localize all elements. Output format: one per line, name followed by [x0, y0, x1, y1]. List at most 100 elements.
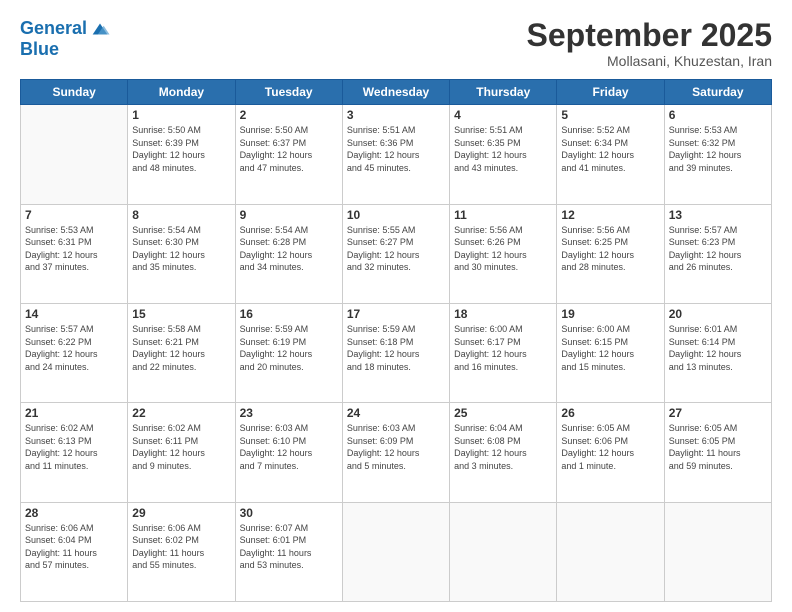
header: General Blue September 2025 Mollasani, K… — [20, 18, 772, 69]
day-number: 4 — [454, 108, 552, 122]
day-number: 20 — [669, 307, 767, 321]
calendar-cell: 8 Sunrise: 5:54 AM Sunset: 6:30 PM Daylig… — [128, 204, 235, 303]
day-number: 19 — [561, 307, 659, 321]
cell-info: Sunrise: 5:56 AM Sunset: 6:26 PM Dayligh… — [454, 224, 552, 274]
day-number: 7 — [25, 208, 123, 222]
cell-info: Sunrise: 5:59 AM Sunset: 6:19 PM Dayligh… — [240, 323, 338, 373]
day-number: 14 — [25, 307, 123, 321]
weekday-friday: Friday — [557, 80, 664, 105]
calendar-cell: 19Sunrise: 6:00 AM Sunset: 6:15 PM Dayli… — [557, 303, 664, 402]
day-number: 2 — [240, 108, 338, 122]
calendar-cell — [664, 502, 771, 601]
cell-info: Sunrise: 5:54 AM Sunset: 6:28 PM Dayligh… — [240, 224, 338, 274]
cell-info: Sunrise: 5:56 AM Sunset: 6:25 PM Dayligh… — [561, 224, 659, 274]
calendar-cell: 4Sunrise: 5:51 AM Sunset: 6:35 PM Daylig… — [450, 105, 557, 204]
calendar-cell: 3 Sunrise: 5:51 AM Sunset: 6:36 PM Daylig… — [342, 105, 449, 204]
calendar-cell: 10 Sunrise: 5:55 AM Sunset: 6:27 PM Dayli… — [342, 204, 449, 303]
cell-info: Sunrise: 5:53 AM Sunset: 6:32 PM Dayligh… — [669, 124, 767, 174]
week-row-5: 28 Sunrise: 6:06 AM Sunset: 6:04 PM Dayli… — [21, 502, 772, 601]
cell-info: Sunrise: 6:02 AM Sunset: 6:11 PM Dayligh… — [132, 422, 230, 472]
calendar-cell: 26 Sunrise: 6:05 AM Sunset: 6:06 PM Dayli… — [557, 403, 664, 502]
cell-info: Sunrise: 5:57 AM Sunset: 6:23 PM Dayligh… — [669, 224, 767, 274]
weekday-saturday: Saturday — [664, 80, 771, 105]
day-number: 1 — [132, 108, 230, 122]
day-number: 28 — [25, 506, 123, 520]
cell-info: Sunrise: 6:04 AM Sunset: 6:08 PM Dayligh… — [454, 422, 552, 472]
calendar-cell: 21 Sunrise: 6:02 AM Sunset: 6:13 PM Dayli… — [21, 403, 128, 502]
cell-info: Sunrise: 6:06 AM Sunset: 6:04 PM Dayligh… — [25, 522, 123, 572]
cell-info: Sunrise: 5:51 AM Sunset: 6:36 PM Dayligh… — [347, 124, 445, 174]
day-number: 13 — [669, 208, 767, 222]
day-number: 18 — [454, 307, 552, 321]
day-number: 8 — [132, 208, 230, 222]
cell-info: Sunrise: 6:03 AM Sunset: 6:10 PM Dayligh… — [240, 422, 338, 472]
day-number: 22 — [132, 406, 230, 420]
day-number: 16 — [240, 307, 338, 321]
day-number: 15 — [132, 307, 230, 321]
calendar-cell: 29 Sunrise: 6:06 AM Sunset: 6:02 PM Dayli… — [128, 502, 235, 601]
cell-info: Sunrise: 6:07 AM Sunset: 6:01 PM Dayligh… — [240, 522, 338, 572]
cell-info: Sunrise: 5:50 AM Sunset: 6:39 PM Dayligh… — [132, 124, 230, 174]
calendar-cell: 14 Sunrise: 5:57 AM Sunset: 6:22 PM Dayli… — [21, 303, 128, 402]
day-number: 24 — [347, 406, 445, 420]
cell-info: Sunrise: 5:50 AM Sunset: 6:37 PM Dayligh… — [240, 124, 338, 174]
day-number: 29 — [132, 506, 230, 520]
day-number: 21 — [25, 406, 123, 420]
day-number: 6 — [669, 108, 767, 122]
page: General Blue September 2025 Mollasani, K… — [0, 0, 792, 612]
cell-info: Sunrise: 5:52 AM Sunset: 6:34 PM Dayligh… — [561, 124, 659, 174]
cell-info: Sunrise: 6:05 AM Sunset: 6:05 PM Dayligh… — [669, 422, 767, 472]
cell-info: Sunrise: 6:02 AM Sunset: 6:13 PM Dayligh… — [25, 422, 123, 472]
calendar-cell: 9Sunrise: 5:54 AM Sunset: 6:28 PM Daylig… — [235, 204, 342, 303]
logo-icon — [89, 18, 111, 40]
logo-text: General — [20, 19, 87, 39]
calendar-cell: 11 Sunrise: 5:56 AM Sunset: 6:26 PM Dayli… — [450, 204, 557, 303]
cell-info: Sunrise: 6:00 AM Sunset: 6:17 PM Dayligh… — [454, 323, 552, 373]
cell-info: Sunrise: 5:55 AM Sunset: 6:27 PM Dayligh… — [347, 224, 445, 274]
cell-info: Sunrise: 5:59 AM Sunset: 6:18 PM Dayligh… — [347, 323, 445, 373]
cell-info: Sunrise: 5:53 AM Sunset: 6:31 PM Dayligh… — [25, 224, 123, 274]
calendar-cell: 28 Sunrise: 6:06 AM Sunset: 6:04 PM Dayli… — [21, 502, 128, 601]
day-number: 17 — [347, 307, 445, 321]
calendar-cell: 16 Sunrise: 5:59 AM Sunset: 6:19 PM Dayli… — [235, 303, 342, 402]
calendar-cell: 12Sunrise: 5:56 AM Sunset: 6:25 PM Dayli… — [557, 204, 664, 303]
logo-blue: Blue — [20, 40, 111, 60]
week-row-1: 1 Sunrise: 5:50 AM Sunset: 6:39 PM Daylig… — [21, 105, 772, 204]
cell-info: Sunrise: 6:01 AM Sunset: 6:14 PM Dayligh… — [669, 323, 767, 373]
calendar-cell: 5 Sunrise: 5:52 AM Sunset: 6:34 PM Daylig… — [557, 105, 664, 204]
calendar-cell: 23Sunrise: 6:03 AM Sunset: 6:10 PM Dayli… — [235, 403, 342, 502]
calendar-cell — [342, 502, 449, 601]
calendar-cell — [450, 502, 557, 601]
calendar-cell: 30 Sunrise: 6:07 AM Sunset: 6:01 PM Dayli… — [235, 502, 342, 601]
logo: General Blue — [20, 18, 111, 60]
day-number: 3 — [347, 108, 445, 122]
day-number: 26 — [561, 406, 659, 420]
day-number: 10 — [347, 208, 445, 222]
cell-info: Sunrise: 6:06 AM Sunset: 6:02 PM Dayligh… — [132, 522, 230, 572]
weekday-thursday: Thursday — [450, 80, 557, 105]
calendar-cell: 17 Sunrise: 5:59 AM Sunset: 6:18 PM Dayli… — [342, 303, 449, 402]
calendar-cell: 22 Sunrise: 6:02 AM Sunset: 6:11 PM Dayli… — [128, 403, 235, 502]
calendar-cell: 15 Sunrise: 5:58 AM Sunset: 6:21 PM Dayli… — [128, 303, 235, 402]
day-number: 11 — [454, 208, 552, 222]
day-number: 27 — [669, 406, 767, 420]
calendar-cell: 25Sunrise: 6:04 AM Sunset: 6:08 PM Dayli… — [450, 403, 557, 502]
calendar-cell: 1 Sunrise: 5:50 AM Sunset: 6:39 PM Daylig… — [128, 105, 235, 204]
location: Mollasani, Khuzestan, Iran — [527, 53, 772, 69]
cell-info: Sunrise: 6:03 AM Sunset: 6:09 PM Dayligh… — [347, 422, 445, 472]
week-row-4: 21 Sunrise: 6:02 AM Sunset: 6:13 PM Dayli… — [21, 403, 772, 502]
day-number: 30 — [240, 506, 338, 520]
calendar-cell: 27 Sunrise: 6:05 AM Sunset: 6:05 PM Dayli… — [664, 403, 771, 502]
day-number: 5 — [561, 108, 659, 122]
calendar-cell: 2 Sunrise: 5:50 AM Sunset: 6:37 PM Daylig… — [235, 105, 342, 204]
calendar-cell: 20 Sunrise: 6:01 AM Sunset: 6:14 PM Dayli… — [664, 303, 771, 402]
title-area: September 2025 Mollasani, Khuzestan, Ira… — [527, 18, 772, 69]
cell-info: Sunrise: 5:54 AM Sunset: 6:30 PM Dayligh… — [132, 224, 230, 274]
cell-info: Sunrise: 5:57 AM Sunset: 6:22 PM Dayligh… — [25, 323, 123, 373]
cell-info: Sunrise: 6:05 AM Sunset: 6:06 PM Dayligh… — [561, 422, 659, 472]
week-row-2: 7 Sunrise: 5:53 AM Sunset: 6:31 PM Daylig… — [21, 204, 772, 303]
calendar-cell: 13 Sunrise: 5:57 AM Sunset: 6:23 PM Dayli… — [664, 204, 771, 303]
calendar-cell: 7 Sunrise: 5:53 AM Sunset: 6:31 PM Daylig… — [21, 204, 128, 303]
week-row-3: 14 Sunrise: 5:57 AM Sunset: 6:22 PM Dayli… — [21, 303, 772, 402]
cell-info: Sunrise: 5:58 AM Sunset: 6:21 PM Dayligh… — [132, 323, 230, 373]
